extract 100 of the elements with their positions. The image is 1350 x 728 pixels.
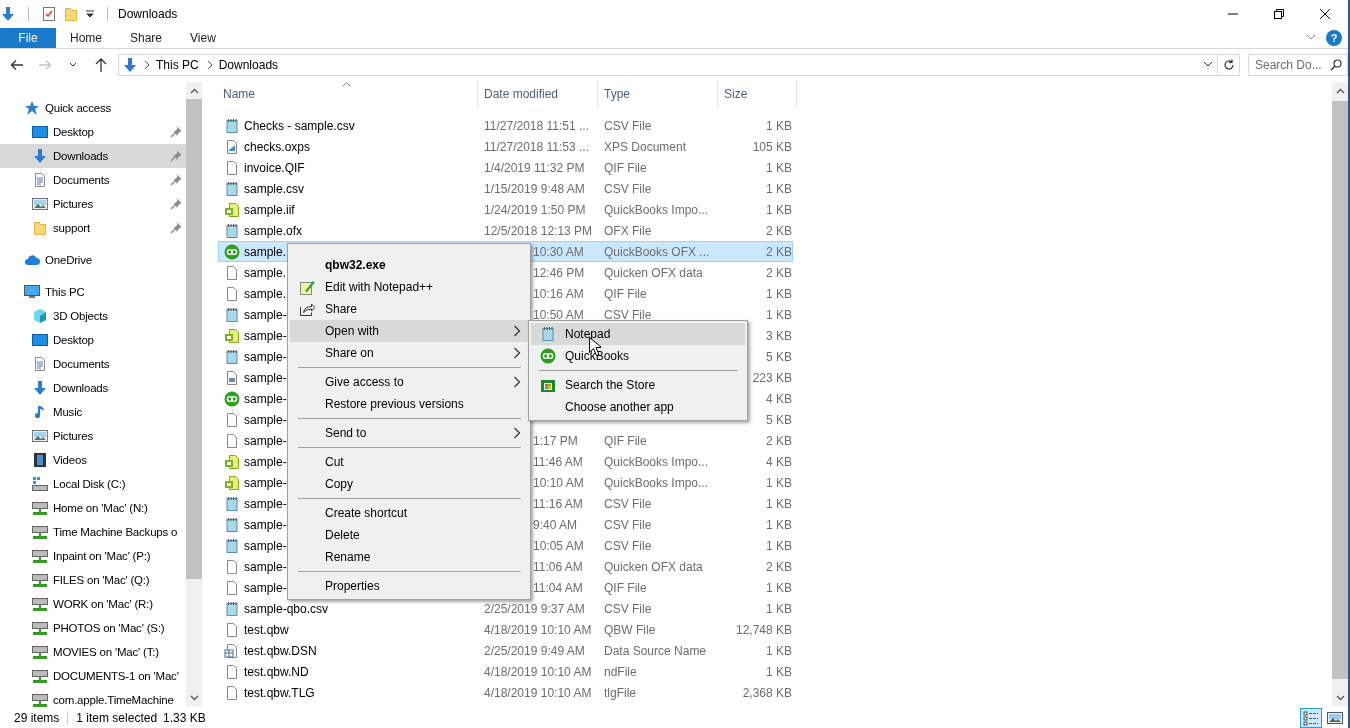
sidebar-item[interactable]: Downloads	[0, 376, 186, 400]
breadcrumb[interactable]: Downloads	[218, 58, 279, 73]
address-field[interactable]: This PC Downloads	[118, 54, 1218, 77]
sidebar-item[interactable]: Pictures	[0, 192, 186, 216]
sidebar-item[interactable]: DOCUMENTS-1 on 'Mac'	[0, 664, 186, 688]
caret-down-icon[interactable]	[69, 62, 77, 69]
column-header[interactable]: Size	[718, 80, 797, 108]
menu-item[interactable]: Send to	[290, 422, 528, 444]
menu-item[interactable]: Properties	[290, 575, 528, 597]
sidebar-item[interactable]: com.apple.TimeMachine	[0, 688, 186, 708]
chevron-down-icon[interactable]	[1306, 34, 1316, 42]
menu-item[interactable]: Notepad	[531, 323, 745, 345]
ribbon-tab[interactable]: View	[176, 28, 230, 48]
caret-up-icon[interactable]	[1335, 87, 1345, 94]
file-size: 5 KB	[766, 412, 792, 427]
menu-item[interactable]: Delete	[290, 524, 528, 546]
ribbon-tab[interactable]: Share	[116, 28, 177, 48]
file-type: Quicken OFX data	[604, 265, 703, 280]
file-name: sample-	[244, 496, 287, 511]
file-name: sample.ofx	[244, 223, 303, 238]
file-size: 1 KB	[766, 307, 792, 322]
menu-item[interactable]: Copy	[290, 473, 528, 495]
network-drive-icon	[32, 548, 48, 564]
sidebar-item[interactable]: Desktop	[0, 120, 186, 144]
sidebar-item[interactable]: FILES on 'Mac' (Q:)	[0, 568, 186, 592]
ribbon-tab[interactable]: Home	[56, 28, 116, 48]
menu-item[interactable]: Restore previous versions	[290, 393, 528, 415]
scroll-thumb[interactable]	[186, 99, 202, 579]
menu-item[interactable]: Open with	[290, 320, 528, 342]
sidebar-item[interactable]: This PC	[0, 280, 186, 304]
drive-icon	[32, 476, 48, 492]
caret-down-icon[interactable]	[85, 9, 95, 19]
modified-date: 10:10 AM	[533, 475, 584, 490]
file-type: CSV File	[604, 181, 652, 196]
close-icon[interactable]	[1320, 9, 1330, 19]
download-icon[interactable]	[0, 6, 16, 22]
breadcrumb[interactable]: This PC	[156, 58, 199, 73]
menu-item[interactable]: Rename	[290, 546, 528, 568]
caret-down-icon[interactable]	[1335, 694, 1345, 701]
sidebar-item[interactable]: Local Disk (C:)	[0, 472, 186, 496]
refresh-button[interactable]	[1218, 54, 1240, 77]
menu-item[interactable]: Give access to	[290, 371, 528, 393]
file-name: sample-	[244, 517, 287, 532]
sidebar-item[interactable]: Time Machine Backups o	[0, 520, 186, 544]
document-icon	[224, 285, 240, 302]
sidebar-item[interactable]: Inpaint on 'Mac' (P:)	[0, 544, 186, 568]
file-size: 1 KB	[766, 580, 792, 595]
column-header[interactable]: Name	[214, 80, 478, 108]
sidebar-item[interactable]: Home on 'Mac' (N:)	[0, 496, 186, 520]
caret-down-icon[interactable]	[189, 694, 199, 701]
sidebar-item[interactable]: Desktop	[0, 328, 186, 352]
help-button[interactable]: ?	[1326, 30, 1342, 46]
file-type: CSV File	[604, 517, 652, 532]
sidebar-item[interactable]: Music	[0, 400, 186, 424]
sidebar-item[interactable]: WORK on 'Mac' (R:)	[0, 592, 186, 616]
search-icon	[1330, 59, 1342, 72]
menu-item[interactable]: Share on	[290, 342, 528, 364]
sidebar-item[interactable]: Quick access	[0, 96, 186, 120]
caret-up-icon[interactable]	[189, 87, 199, 94]
sidebar-item[interactable]: Videos	[0, 448, 186, 472]
sidebar-item[interactable]: OneDrive	[0, 248, 186, 272]
file-type: Data Source Name	[604, 643, 707, 658]
search-field[interactable]: Search Do...	[1248, 54, 1348, 77]
scrollbar[interactable]	[186, 82, 202, 706]
file-size: 12,748 KB	[735, 622, 792, 637]
file-name: sample-	[244, 328, 287, 343]
sidebar-item[interactable]: MOVIES on 'Mac' (T:)	[0, 640, 186, 664]
file-name: sample.	[244, 286, 287, 301]
menu-item[interactable]: Choose another app	[531, 396, 745, 418]
column-header[interactable]: Type	[598, 80, 718, 108]
file-type: QIF File	[604, 286, 647, 301]
file-name: sample-	[244, 454, 287, 469]
menu-item[interactable]: QuickBooks	[531, 345, 745, 367]
up-arrow-icon[interactable]	[94, 57, 108, 74]
menu-item[interactable]: Share	[290, 298, 528, 320]
file-size: 1 KB	[766, 496, 792, 511]
document-icon	[224, 621, 240, 638]
column-header[interactable]: Date modified	[478, 80, 598, 108]
menu-item[interactable]: qbw32.exe	[290, 254, 528, 276]
notepad-icon	[224, 306, 240, 323]
sidebar-item[interactable]: PHOTOS on 'Mac' (S:)	[0, 616, 186, 640]
file-name: sample-qbo.csv	[244, 601, 329, 616]
sidebar-item[interactable]: support	[0, 216, 186, 240]
sidebar-item[interactable]: 3D Objects	[0, 304, 186, 328]
sidebar-item[interactable]: Documents	[0, 352, 186, 376]
file-size: 105 KB	[752, 139, 792, 154]
menu-item[interactable]: Cut	[290, 451, 528, 473]
sidebar-item[interactable]: Documents	[0, 168, 186, 192]
menu-item[interactable]: Edit with Notepad++	[290, 276, 528, 298]
sidebar-item[interactable]: Downloads	[0, 144, 186, 168]
checklist-icon[interactable]	[41, 6, 57, 22]
file-type: QBW File	[604, 622, 656, 637]
sidebar-item[interactable]: Pictures	[0, 424, 186, 448]
maximize-icon[interactable]	[1274, 9, 1284, 19]
network-drive-icon	[32, 596, 48, 612]
menu-item[interactable]: Create shortcut	[290, 502, 528, 524]
menu-item[interactable]: Search the Store	[531, 374, 745, 396]
file-name: sample-	[244, 559, 287, 574]
file-tab[interactable]: File	[0, 28, 56, 48]
folder-icon	[32, 220, 48, 236]
